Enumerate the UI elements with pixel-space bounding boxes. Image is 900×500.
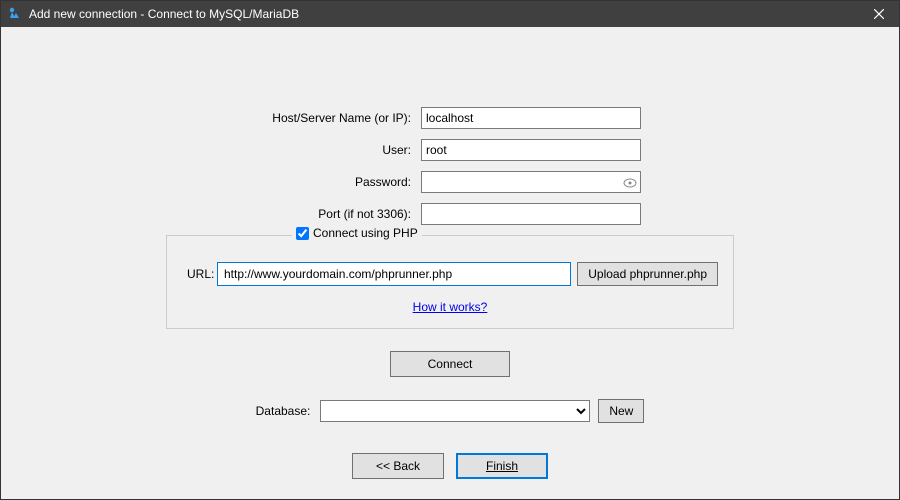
how-it-works-row: How it works? — [182, 300, 718, 314]
url-label: URL: — [182, 267, 217, 281]
reveal-password-icon[interactable] — [623, 177, 637, 187]
dialog-footer: << Back Finish — [1, 439, 899, 499]
connection-form: Host/Server Name (or IP): User: Password… — [21, 107, 879, 423]
how-it-works-link[interactable]: How it works? — [413, 300, 488, 314]
titlebar: Add new connection - Connect to MySQL/Ma… — [1, 1, 899, 27]
php-group: Connect using PHP URL: Upload phprunner.… — [166, 235, 734, 329]
password-label: Password: — [21, 175, 421, 189]
finish-button[interactable]: Finish — [456, 453, 548, 479]
database-label: Database: — [256, 404, 311, 418]
database-row: Database: New — [21, 399, 879, 423]
user-label: User: — [21, 143, 421, 157]
user-row: User: — [21, 139, 879, 161]
close-icon — [874, 9, 884, 19]
connect-php-text: Connect using PHP — [313, 226, 418, 240]
host-label: Host/Server Name (or IP): — [21, 111, 421, 125]
window-title: Add new connection - Connect to MySQL/Ma… — [29, 7, 859, 21]
upload-phprunner-button[interactable]: Upload phprunner.php — [577, 262, 718, 286]
new-database-button[interactable]: New — [598, 399, 644, 423]
back-button[interactable]: << Back — [352, 453, 444, 479]
url-row: URL: Upload phprunner.php — [182, 262, 718, 286]
connect-button[interactable]: Connect — [390, 351, 510, 377]
connect-php-checkbox-label[interactable]: Connect using PHP — [292, 226, 422, 240]
host-row: Host/Server Name (or IP): — [21, 107, 879, 129]
database-select[interactable] — [320, 400, 590, 422]
password-row: Password: — [21, 171, 879, 193]
connect-row: Connect — [21, 351, 879, 377]
dialog-window: Add new connection - Connect to MySQL/Ma… — [0, 0, 900, 500]
port-row: Port (if not 3306): — [21, 203, 879, 225]
app-icon — [7, 6, 23, 22]
port-input[interactable] — [421, 203, 641, 225]
host-input[interactable] — [421, 107, 641, 129]
url-input[interactable] — [217, 262, 571, 286]
port-label: Port (if not 3306): — [21, 207, 421, 221]
user-input[interactable] — [421, 139, 641, 161]
connect-php-checkbox[interactable] — [296, 227, 309, 240]
password-input[interactable] — [421, 171, 641, 193]
dialog-content: Host/Server Name (or IP): User: Password… — [1, 27, 899, 439]
close-button[interactable] — [859, 1, 899, 27]
